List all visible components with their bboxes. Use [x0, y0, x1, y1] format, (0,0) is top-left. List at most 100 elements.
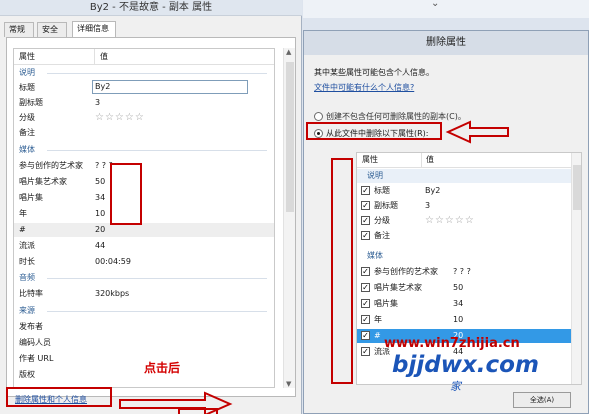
section-divider: [47, 278, 267, 279]
annotation-highlight-values: [110, 163, 142, 225]
checkbox[interactable]: ✓: [361, 201, 370, 210]
scrollbar-thumb[interactable]: [286, 62, 294, 212]
table-row[interactable]: 比特率 320kbps: [14, 287, 274, 301]
checkbox[interactable]: ✓: [361, 283, 370, 292]
tab-details[interactable]: 详细信息: [72, 21, 116, 37]
background-window-top: ⌄: [303, 0, 589, 18]
column-header-property[interactable]: 属性: [19, 49, 35, 64]
properties-table: 属性 值 说明 标题 By2 副标题 3 分级 ☆☆☆☆☆ 备注 媒体 参与创作…: [13, 48, 275, 388]
property-value: 10: [95, 209, 106, 218]
scroll-down-icon[interactable]: ▼: [286, 380, 291, 388]
property-name: 时长: [19, 257, 35, 266]
title-field[interactable]: By2: [92, 80, 248, 94]
table-row[interactable]: ✓ 分级 ☆☆☆☆☆: [357, 214, 581, 228]
property-value: 20: [95, 225, 106, 234]
checkbox[interactable]: ✓: [361, 331, 370, 340]
vertical-scrollbar[interactable]: [571, 153, 581, 384]
section-label: 说明: [367, 171, 383, 180]
property-name: 作者 URL: [19, 354, 54, 363]
rating-stars: ☆☆☆☆☆: [425, 215, 475, 226]
window-title: By2 - 不是故意 - 副本 属性: [0, 0, 302, 16]
table-row[interactable]: 编码人员: [14, 336, 274, 350]
property-name: 分级: [374, 216, 390, 225]
property-value: 50: [95, 177, 106, 186]
table-row[interactable]: 时长 00:04:59: [14, 255, 274, 269]
property-name: #: [19, 225, 26, 234]
table-row[interactable]: 标题 By2: [14, 80, 274, 95]
property-value: 3: [95, 98, 101, 107]
property-value: By2: [425, 186, 441, 195]
checkbox[interactable]: ✓: [361, 315, 370, 324]
section-origin: 来源: [19, 304, 269, 318]
annotation-highlight-radio: [306, 122, 442, 140]
table-row[interactable]: ✓ 唱片集艺术家 50: [357, 281, 581, 295]
property-name: 分级: [19, 113, 35, 122]
tab-general[interactable]: 常规: [4, 22, 34, 37]
property-name: 备注: [19, 128, 35, 137]
section-audio: 音频: [19, 271, 269, 285]
tab-security[interactable]: 安全: [37, 22, 67, 37]
column-header-property[interactable]: 属性: [362, 153, 378, 167]
table-row[interactable]: ✓ 年 10: [357, 313, 581, 327]
vertical-scrollbar[interactable]: ▲ ▼: [283, 48, 295, 388]
property-value: 3: [425, 201, 431, 210]
property-value: 50: [453, 283, 464, 292]
table-row[interactable]: 年 10: [14, 207, 274, 221]
property-name: 副标题: [374, 201, 398, 210]
property-name: 发布者: [19, 322, 43, 331]
select-all-button[interactable]: 全选(A): [513, 392, 571, 408]
checkbox[interactable]: ✓: [361, 216, 370, 225]
dialog-title: 删除属性: [304, 31, 588, 55]
table-row[interactable]: ✓ 参与创作的艺术家 ? ? ?: [357, 265, 581, 279]
table-row[interactable]: 分级 ☆☆☆☆☆: [14, 111, 274, 125]
section-media: 媒体: [19, 143, 269, 157]
property-value: 10: [453, 315, 464, 324]
scroll-up-icon[interactable]: ▲: [286, 48, 291, 56]
table-row[interactable]: 发布者: [14, 320, 274, 334]
section-media[interactable]: 媒体: [357, 249, 581, 263]
table-row[interactable]: 唱片集 34: [14, 191, 274, 205]
table-row[interactable]: 流派 44: [14, 239, 274, 253]
table-row[interactable]: 副标题 3: [14, 96, 274, 110]
personal-info-link[interactable]: 文件中可能有什么个人信息?: [314, 82, 414, 93]
property-name: 唱片集艺术家: [374, 283, 422, 292]
table-row[interactable]: ✓ 备注: [357, 229, 581, 243]
section-label: 媒体: [367, 251, 383, 260]
checkbox[interactable]: ✓: [361, 267, 370, 276]
property-name: #: [374, 331, 381, 340]
table-row[interactable]: ✓ 副标题 3: [357, 199, 581, 213]
watermark-logo: bjjdwx.com: [392, 352, 539, 378]
table-row[interactable]: 参与创作的艺术家 ? ? ?: [14, 159, 274, 173]
section-label: 媒体: [19, 145, 35, 154]
radio-button[interactable]: [314, 112, 323, 121]
table-row[interactable]: 备注: [14, 126, 274, 140]
table-header: 属性 值: [14, 49, 274, 65]
table-row-selected[interactable]: # 20: [14, 223, 274, 237]
watermark-char: 家: [450, 380, 461, 393]
checkbox[interactable]: ✓: [361, 299, 370, 308]
table-row[interactable]: ✓ 唱片集 34: [357, 297, 581, 311]
section-description[interactable]: 说明: [357, 169, 581, 183]
checkbox[interactable]: ✓: [361, 231, 370, 240]
checkbox[interactable]: ✓: [361, 347, 370, 356]
property-name: 年: [19, 209, 27, 218]
column-header-value[interactable]: 值: [94, 49, 108, 64]
checkbox[interactable]: ✓: [361, 186, 370, 195]
radio-create-copy[interactable]: 创建不包含任何可删除属性的副本(C)。: [314, 111, 466, 122]
scrollbar-thumb[interactable]: [573, 165, 581, 210]
column-header-value[interactable]: 值: [421, 153, 434, 167]
property-name: 唱片集: [19, 193, 43, 202]
details-panel: 属性 值 说明 标题 By2 副标题 3 分级 ☆☆☆☆☆ 备注 媒体 参与创作…: [6, 37, 296, 397]
watermark-url: www.win7zhijia.cn: [384, 336, 520, 351]
property-name: 标题: [374, 186, 390, 195]
table-row[interactable]: ✓ 标题 By2: [357, 184, 581, 198]
property-name: 唱片集艺术家: [19, 177, 67, 186]
table-row[interactable]: 唱片集艺术家 50: [14, 175, 274, 189]
rating-stars[interactable]: ☆☆☆☆☆: [95, 111, 145, 125]
annotation-highlight-checkboxes: [331, 158, 353, 384]
remove-properties-link[interactable]: 删除属性和个人信息: [15, 394, 87, 405]
property-name: 参与创作的艺术家: [19, 161, 83, 170]
property-value: 44: [95, 241, 106, 250]
property-name: 副标题: [19, 98, 43, 107]
property-name: 唱片集: [374, 299, 398, 308]
